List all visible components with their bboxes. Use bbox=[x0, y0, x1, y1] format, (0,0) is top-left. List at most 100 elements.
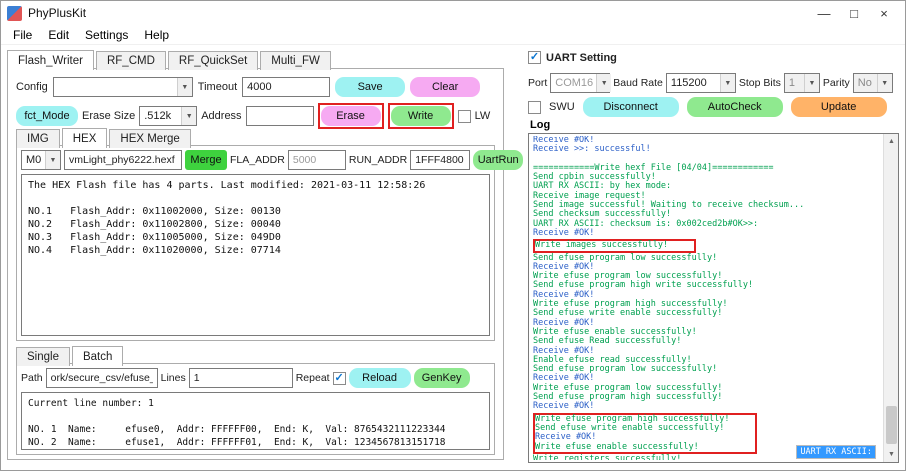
log-line: Receive #OK! bbox=[533, 227, 595, 238]
close-button[interactable]: × bbox=[869, 2, 899, 24]
text-line bbox=[28, 192, 483, 205]
menu-help[interactable]: Help bbox=[136, 26, 177, 44]
menu-file[interactable]: File bbox=[5, 26, 40, 44]
uart-setting-checkbox[interactable] bbox=[528, 51, 541, 64]
chevron-down-icon: ▼ bbox=[181, 107, 197, 125]
swu-checkbox[interactable] bbox=[528, 100, 541, 114]
uart-setting-label: UART Setting bbox=[546, 51, 617, 64]
log-scrollbar[interactable]: ▲ ▼ bbox=[883, 134, 898, 462]
log-line: Receive >>: successful! bbox=[533, 144, 651, 155]
reload-button[interactable]: Reload bbox=[348, 368, 411, 388]
update-button[interactable]: Update bbox=[790, 97, 887, 117]
lw-checkbox[interactable] bbox=[457, 109, 471, 123]
log-textarea[interactable]: Receive #OK! Receive >>: successful! ====… bbox=[528, 133, 899, 463]
batch-info-textarea[interactable]: Current line number: 1 NO. 1 Name: efuse… bbox=[21, 392, 490, 450]
erase-size-select[interactable]: .512k ▼ bbox=[139, 106, 198, 126]
scroll-up-icon[interactable]: ▲ bbox=[884, 134, 898, 149]
save-button[interactable]: Save bbox=[335, 77, 406, 97]
text-line: NO. 2 Name: efuse1, Addr: FFFFFF01, End:… bbox=[28, 437, 446, 448]
write-button[interactable]: Write bbox=[390, 106, 451, 126]
text-line bbox=[28, 410, 483, 423]
erase-button[interactable]: Erase bbox=[320, 106, 381, 126]
maximize-button[interactable]: □ bbox=[839, 2, 869, 24]
text-line: The HEX Flash file has 4 parts. Last mod… bbox=[28, 180, 426, 191]
uartrun-button[interactable]: UartRun bbox=[473, 150, 524, 170]
log-lines: Receive #OK! Receive >>: successful! ====… bbox=[533, 136, 880, 460]
fla-addr-input[interactable] bbox=[287, 150, 346, 170]
merge-button[interactable]: Merge bbox=[185, 150, 227, 170]
repeat-checkbox[interactable] bbox=[332, 371, 346, 385]
clear-button[interactable]: Clear bbox=[410, 77, 481, 97]
port-select[interactable]: COM16 ▼ bbox=[550, 73, 612, 93]
menu-edit[interactable]: Edit bbox=[40, 26, 77, 44]
log-line: Write images successfully! bbox=[535, 240, 669, 251]
batch-panel: Path Lines Repeat Reload GenKey Current … bbox=[16, 363, 495, 455]
config-select[interactable]: ▼ bbox=[52, 77, 193, 97]
flash-writer-panel: Config ▼ Timeout Save Clear fct_Mode Era… bbox=[7, 68, 524, 460]
path-input[interactable] bbox=[45, 368, 158, 388]
tab-rf-quickset[interactable]: RF_QuickSet bbox=[167, 51, 259, 70]
address-input[interactable] bbox=[245, 106, 314, 126]
lw-label: LW bbox=[474, 110, 491, 122]
timeout-input[interactable] bbox=[242, 77, 331, 97]
lines-input[interactable] bbox=[188, 368, 293, 388]
batch-tabs: Single Batch bbox=[16, 345, 125, 366]
chevron-down-icon: ▼ bbox=[45, 151, 60, 169]
baud-rate-select[interactable]: 115200 ▼ bbox=[665, 73, 736, 93]
repeat-label: Repeat bbox=[295, 372, 330, 384]
stop-bits-label: Stop Bits bbox=[738, 77, 781, 89]
run-addr-input[interactable] bbox=[410, 150, 471, 170]
disconnect-button[interactable]: Disconnect bbox=[582, 97, 679, 117]
log-label: Log bbox=[530, 119, 551, 131]
tab-flash-writer[interactable]: Flash_Writer bbox=[7, 50, 94, 70]
scrollbar-thumb[interactable] bbox=[886, 406, 897, 444]
write-highlight-box: Write bbox=[387, 103, 454, 129]
tab-hex[interactable]: HEX bbox=[61, 128, 108, 148]
hex-info-textarea[interactable]: The HEX Flash file has 4 parts. Last mod… bbox=[21, 174, 490, 336]
baud-rate-label: Baud Rate bbox=[613, 77, 663, 89]
timeout-label: Timeout bbox=[197, 81, 238, 93]
config-label: Config bbox=[16, 81, 48, 93]
text-line: NO.2 Flash_Addr: 0x11002800, Size: 00040 bbox=[28, 219, 281, 230]
tab-rf-cmd[interactable]: RF_CMD bbox=[95, 51, 166, 70]
window-controls: — □ × bbox=[809, 2, 899, 24]
chevron-down-icon: ▼ bbox=[719, 74, 735, 92]
window-title: PhyPlusKit bbox=[28, 6, 87, 20]
mcu-select[interactable]: M0 ▼ bbox=[21, 150, 61, 170]
log-line: Write efuse enable successfully! bbox=[535, 441, 699, 452]
path-label: Path bbox=[21, 372, 43, 384]
swu-label: SWU bbox=[549, 101, 575, 113]
log-highlight-box: Write images successfully! bbox=[533, 239, 697, 253]
address-label: Address bbox=[201, 110, 242, 122]
fct-mode-button[interactable]: fct_Mode bbox=[16, 106, 78, 126]
log-selected-text: UART RX ASCII: bbox=[796, 445, 876, 459]
text-line: NO. 1 Name: efuse0, Addr: FFFFFF00, End:… bbox=[28, 424, 446, 435]
tab-single[interactable]: Single bbox=[16, 347, 70, 366]
chevron-down-icon: ▼ bbox=[176, 78, 192, 96]
app-icon bbox=[7, 5, 22, 21]
tab-batch[interactable]: Batch bbox=[71, 346, 124, 366]
text-line: Current line number: 1 bbox=[28, 398, 154, 409]
hex-panel: M0 ▼ Merge FLA_ADDR RUN_ADDR UartRun The… bbox=[16, 145, 524, 341]
log-line: Receive #OK! bbox=[533, 401, 595, 412]
stop-bits-select[interactable]: 1 ▼ bbox=[783, 73, 820, 93]
tab-hex-merge[interactable]: HEX Merge bbox=[109, 129, 191, 148]
tab-img[interactable]: IMG bbox=[16, 129, 60, 148]
scroll-down-icon[interactable]: ▼ bbox=[884, 447, 898, 462]
autocheck-button[interactable]: AutoCheck bbox=[686, 97, 783, 117]
parity-label: Parity bbox=[822, 77, 850, 89]
minimize-button[interactable]: — bbox=[809, 2, 839, 24]
genkey-button[interactable]: GenKey bbox=[413, 368, 470, 388]
port-label: Port bbox=[528, 77, 548, 89]
text-line: NO.1 Flash_Addr: 0x11002000, Size: 00130 bbox=[28, 206, 281, 217]
hex-file-input[interactable] bbox=[64, 150, 182, 170]
fla-addr-label: FLA_ADDR bbox=[230, 154, 285, 166]
parity-select[interactable]: No ▼ bbox=[852, 73, 893, 93]
hex-tabs: IMG HEX HEX Merge bbox=[16, 127, 193, 148]
tab-multi-fw[interactable]: Multi_FW bbox=[260, 51, 331, 70]
chevron-down-icon: ▼ bbox=[596, 74, 612, 92]
main-tabs: Flash_Writer RF_CMD RF_QuickSet Multi_FW bbox=[7, 49, 333, 70]
chevron-down-icon: ▼ bbox=[803, 74, 819, 92]
title-bar: PhyPlusKit — □ × bbox=[1, 1, 905, 25]
menu-settings[interactable]: Settings bbox=[77, 26, 136, 44]
